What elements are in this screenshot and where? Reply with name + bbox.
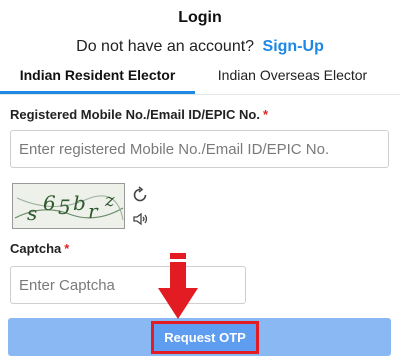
captcha-label-text: Captcha: [10, 241, 62, 256]
arrow-down-icon: [158, 253, 198, 323]
svg-text:5: 5: [58, 195, 73, 219]
mobile-field-label: Registered Mobile No./Email ID/EPIC No. *: [10, 107, 268, 122]
signup-prompt: Do not have an account?: [76, 38, 255, 55]
svg-text:s: s: [27, 201, 39, 224]
tabs-bar: Indian Resident Elector Indian Overseas …: [0, 62, 400, 94]
refresh-icon[interactable]: [131, 186, 149, 204]
mobile-label-text: Registered Mobile No./Email ID/EPIC No.: [10, 107, 260, 122]
required-marker: *: [262, 107, 268, 122]
captcha-field-label: Captcha *: [10, 241, 69, 256]
tab-indian-overseas-elector[interactable]: Indian Overseas Elector: [195, 62, 390, 94]
required-marker: *: [64, 241, 70, 256]
svg-text:b: b: [73, 191, 88, 215]
tabs-divider: [0, 94, 400, 95]
captcha-input[interactable]: [10, 266, 246, 304]
svg-text:z: z: [104, 190, 116, 211]
svg-text:r: r: [88, 199, 100, 223]
page-title: Login: [178, 9, 222, 26]
signup-row: Do not have an account? Sign-Up: [0, 38, 400, 56]
signup-link[interactable]: Sign-Up: [263, 38, 324, 55]
mobile-email-epic-input[interactable]: [10, 130, 389, 168]
captcha-image: s 6 5 b r z: [12, 183, 125, 229]
tab-indian-resident-elector[interactable]: Indian Resident Elector: [0, 62, 195, 94]
captcha-text: s 6 5 b r z: [27, 190, 116, 224]
speaker-icon[interactable]: [131, 210, 149, 228]
request-otp-button[interactable]: Request OTP: [151, 321, 259, 354]
svg-text:6: 6: [43, 191, 58, 215]
